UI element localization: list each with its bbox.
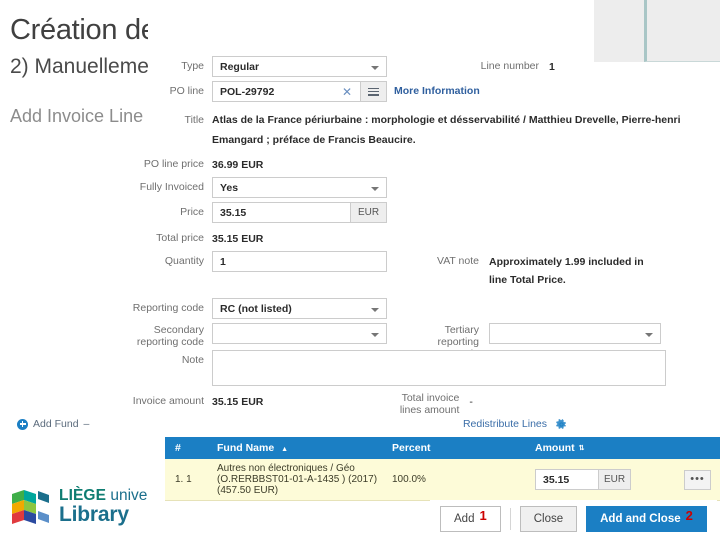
type-value: Regular <box>220 60 260 73</box>
gear-icon[interactable] <box>556 418 567 430</box>
quantity-value: 1 <box>220 255 226 268</box>
add-fund-button[interactable]: Add Fund – <box>17 418 89 430</box>
redistribute-lines-link[interactable]: Redistribute Lines <box>463 418 547 430</box>
title-value: Atlas de la France périurbaine : morphol… <box>212 114 681 147</box>
row-percent: 100.0% <box>392 474 426 485</box>
annotation-2: 2 <box>685 507 693 523</box>
list-icon <box>368 87 379 96</box>
po-line-price-label: PO line price <box>143 158 204 170</box>
dialog-footer: Add 1 Close Add and Close 2 <box>430 500 717 540</box>
fund-toolbar: Add Fund – Redistribute Lines <box>17 418 567 430</box>
type-label: Type <box>181 60 204 72</box>
row-fund-name: Autres non électroniques / Géo (O.RERBBS… <box>217 463 378 496</box>
table-row[interactable]: 1. 1 Autres non électroniques / Géo (O.R… <box>165 459 720 501</box>
quantity-input[interactable]: 1 <box>212 251 387 272</box>
po-line-input[interactable]: POL-29792 ✕ <box>212 81 361 102</box>
tertiary-reporting-code-select[interactable] <box>489 323 661 344</box>
vat-note-value: Approximately 1.99 included in line Tota… <box>489 256 644 287</box>
chevron-down-icon <box>371 332 379 337</box>
fund-table: # Fund Name ▲ Percent Amount ⇅ 1. 1 Autr… <box>165 437 720 501</box>
window-edge <box>644 0 720 62</box>
fully-invoiced-value: Yes <box>220 181 239 194</box>
line-number-value: 1 <box>549 61 555 73</box>
total-invoice-lines-value: - <box>469 396 473 408</box>
row-amount-currency: EUR <box>598 470 630 489</box>
po-line-value: POL-29792 <box>220 85 275 98</box>
chevron-down-icon <box>371 65 379 70</box>
invoice-amount-value: 35.15 EUR <box>212 396 264 408</box>
po-line-label: PO line <box>169 85 204 97</box>
row-number: 1. 1 <box>175 474 192 485</box>
add-fund-caret: – <box>83 418 90 430</box>
row-amount-input[interactable]: 35.15 EUR <box>535 469 631 490</box>
annotation-1: 1 <box>479 507 487 523</box>
fully-invoiced-label: Fully Invoiced <box>139 181 204 193</box>
close-button[interactable]: Close <box>519 506 578 532</box>
quantity-label: Quantity <box>164 255 204 267</box>
note-textarea[interactable] <box>212 350 666 386</box>
secondary-reporting-code-label: Secondary reporting code <box>136 324 204 349</box>
total-invoice-lines-label: Total invoice lines amount <box>399 392 460 417</box>
type-select[interactable]: Regular <box>212 56 387 77</box>
total-price-value: 35.15 EUR <box>212 233 264 245</box>
chevron-down-icon <box>371 186 379 191</box>
total-price-label: Total price <box>156 232 204 244</box>
column-header-fund-name[interactable]: Fund Name ▲ <box>217 442 392 454</box>
plus-circle-icon <box>17 418 28 430</box>
price-label: Price <box>180 206 204 218</box>
price-currency: EUR <box>350 203 386 222</box>
reporting-code-select[interactable]: RC (not listed) <box>212 298 387 319</box>
price-value: 35.15 <box>220 206 247 219</box>
po-line-price-value: 36.99 EUR <box>212 159 264 171</box>
chevron-down-icon <box>645 332 653 337</box>
window-edge-filler <box>594 0 644 62</box>
chevron-down-icon <box>371 307 379 312</box>
column-header-percent[interactable]: Percent <box>392 442 535 454</box>
column-header-number[interactable]: # <box>165 442 217 454</box>
add-fund-label: Add Fund <box>33 418 79 430</box>
invoice-amount-label: Invoice amount <box>132 395 204 407</box>
note-label: Note <box>181 354 204 366</box>
po-line-list-button[interactable] <box>361 81 387 102</box>
sort-ascending-icon: ▲ <box>281 446 289 453</box>
secondary-reporting-code-select[interactable] <box>212 323 387 344</box>
section-heading: Add Invoice Line <box>10 106 144 126</box>
price-input[interactable]: 35.15 EUR <box>212 202 387 223</box>
logo-liege: LIÈGE <box>59 487 107 505</box>
reporting-code-label: Reporting code <box>132 302 204 314</box>
add-and-close-button[interactable]: Add and Close 2 <box>586 506 707 532</box>
liege-university-logo-icon <box>8 487 52 527</box>
more-information-link[interactable]: More Information <box>394 81 480 97</box>
line-number-label: Line number <box>480 60 539 72</box>
divider <box>509 508 511 530</box>
row-amount-value: 35.15 <box>543 473 570 486</box>
title-label: Title <box>184 114 204 126</box>
vat-note-label: VAT note <box>436 255 479 267</box>
sort-toggle-icon: ⇅ <box>578 445 585 452</box>
add-button[interactable]: Add 1 <box>440 506 501 532</box>
clear-icon[interactable]: ✕ <box>342 86 352 98</box>
reporting-code-value: RC (not listed) <box>220 302 292 315</box>
fund-table-header: # Fund Name ▲ Percent Amount ⇅ <box>165 437 720 459</box>
page-subtitle: 2) Manuellement <box>10 55 167 78</box>
fully-invoiced-select[interactable]: Yes <box>212 177 387 198</box>
column-header-amount[interactable]: Amount ⇅ <box>535 442 675 454</box>
row-actions-button[interactable]: ••• <box>684 469 711 490</box>
